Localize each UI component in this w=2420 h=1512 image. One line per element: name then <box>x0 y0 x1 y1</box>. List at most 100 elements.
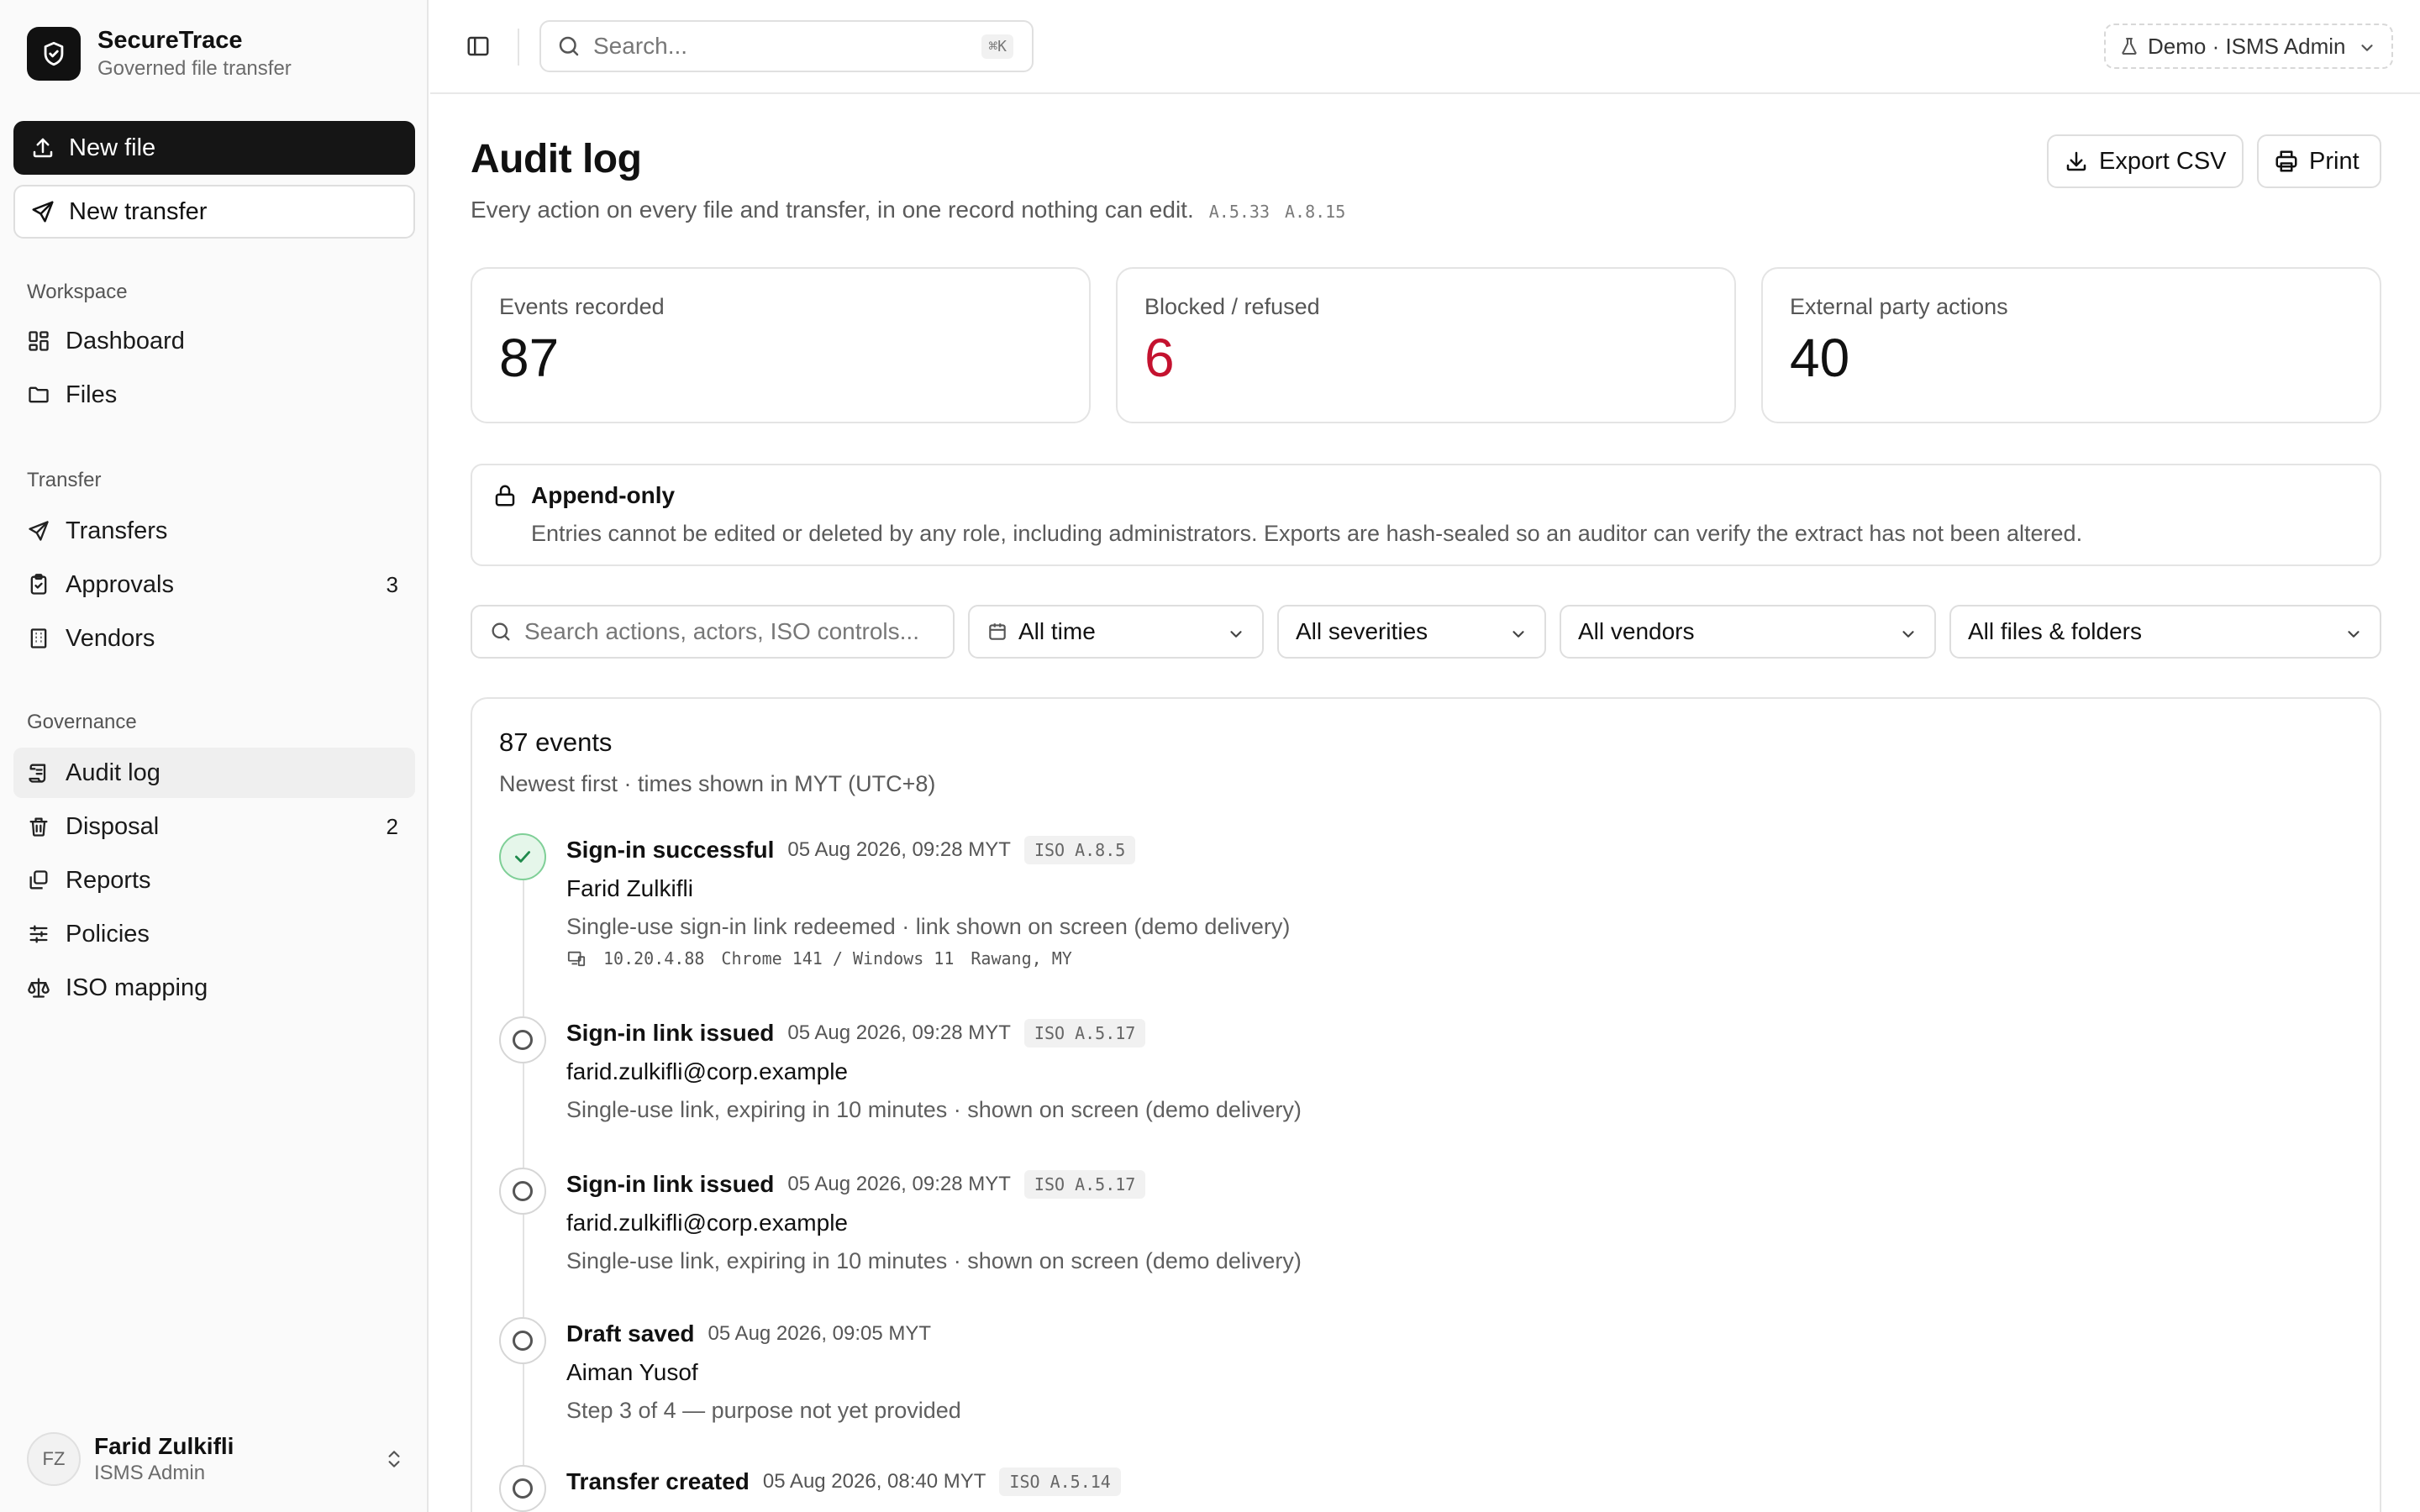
audit-search-input[interactable] <box>524 618 919 645</box>
circle-icon <box>499 1016 546 1063</box>
event-actor: Aiman Yusof <box>566 1359 698 1385</box>
event-title: Transfer created <box>566 1468 750 1494</box>
flask-icon <box>2119 35 2139 57</box>
scope-filter-value: All files & folders <box>1968 618 2142 644</box>
page-title: Audit log <box>471 137 642 181</box>
nav-group-transfer: Transfer Transfers Approvals 3 Vendors <box>0 462 429 664</box>
scope-filter-select[interactable]: All files & folders <box>1949 605 2381 659</box>
nav-heading-workspace: Workspace <box>27 281 128 303</box>
trash-icon <box>27 815 52 838</box>
timeline-event[interactable]: Draft saved 05 Aug 2026, 09:05 MYT Aiman… <box>499 1317 2348 1465</box>
sidebar-item-vendors[interactable]: Vendors <box>13 613 415 664</box>
circle-icon <box>499 1465 546 1512</box>
sidebar-item-audit-log[interactable]: Audit log <box>13 748 415 798</box>
vendor-filter-select[interactable]: All vendors <box>1560 605 1936 659</box>
severity-filter-value: All severities <box>1296 618 1428 644</box>
event-description: Single-use sign-in link redeemed · link … <box>566 914 1291 939</box>
calendar-icon <box>986 621 1008 643</box>
time-filter-select[interactable]: All time <box>968 605 1264 659</box>
devices-icon <box>566 949 587 968</box>
events-count-title: 87 events <box>499 727 613 757</box>
brand-name: SecureTrace <box>97 27 243 54</box>
global-search-input[interactable] <box>593 33 946 60</box>
download-icon <box>2064 149 2089 174</box>
upload-icon <box>30 135 55 160</box>
export-csv-button[interactable]: Export CSV <box>2047 134 2244 188</box>
event-title: Sign-in link issued <box>566 1171 775 1197</box>
sidebar-item-reports[interactable]: Reports <box>13 855 415 906</box>
event-title: Sign-in link issued <box>566 1020 775 1046</box>
sidebar: SecureTrace Governed file transfer New f… <box>0 0 429 1512</box>
timeline-event[interactable]: Sign-in successful 05 Aug 2026, 09:28 MY… <box>499 833 2348 1016</box>
events-panel: 87 events Newest first · times shown in … <box>471 697 2381 1512</box>
stat-card-external: External party actions 40 <box>1761 267 2381 423</box>
sidebar-item-iso-mapping[interactable]: ISO mapping <box>13 963 415 1013</box>
role-switcher[interactable]: Demo · ISMS Admin <box>2104 24 2393 69</box>
scale-icon <box>27 976 52 1000</box>
audit-search[interactable] <box>471 605 955 659</box>
iso-ref: A.8.15 <box>1284 202 1346 222</box>
stat-value: 40 <box>1790 328 1850 388</box>
new-file-button[interactable]: New file <box>13 121 415 175</box>
sidebar-toggle-icon[interactable] <box>466 34 491 59</box>
nav-group-governance: Governance Audit log Disposal 2 Reports … <box>0 704 429 1013</box>
timeline-event[interactable]: Sign-in link issued 05 Aug 2026, 09:28 M… <box>499 1168 2348 1317</box>
iso-control-badge: ISO A.5.14 <box>999 1467 1121 1496</box>
sidebar-item-label: Dashboard <box>66 327 185 354</box>
iso-control-badge: ISO A.8.5 <box>1023 836 1136 864</box>
top-bar: ⌘K Demo · ISMS Admin <box>430 0 2420 94</box>
sidebar-item-label: Vendors <box>66 624 155 652</box>
scroll-icon <box>27 761 52 785</box>
event-description: Single-use link, expiring in 10 minutes … <box>566 1248 1302 1273</box>
print-button[interactable]: Print <box>2257 134 2381 188</box>
iso-ref: A.5.33 <box>1208 202 1270 222</box>
event-location: Rawang, MY <box>971 948 1072 969</box>
notice-title: Append-only <box>531 482 676 508</box>
shield-logo-icon <box>27 27 81 81</box>
chevron-down-icon <box>1227 625 1245 643</box>
timeline-connector <box>523 880 524 1016</box>
send-icon <box>30 199 55 224</box>
events-subtitle: Newest first · times shown in MYT (UTC+8… <box>499 771 936 796</box>
sidebar-item-dashboard[interactable]: Dashboard <box>13 316 415 366</box>
sidebar-item-transfers[interactable]: Transfers <box>13 506 415 556</box>
event-description: Single-use link, expiring in 10 minutes … <box>566 1097 1302 1122</box>
event-time: 05 Aug 2026, 09:05 MYT <box>708 1322 932 1345</box>
lock-icon <box>492 483 518 508</box>
vendor-filter-value: All vendors <box>1578 618 1695 644</box>
timeline-event[interactable]: Sign-in link issued 05 Aug 2026, 09:28 M… <box>499 1016 2348 1168</box>
new-transfer-button[interactable]: New transfer <box>13 185 415 239</box>
topbar-divider <box>518 29 519 66</box>
clipboard-check-icon <box>27 573 52 596</box>
stat-value: 87 <box>499 328 560 388</box>
print-label: Print <box>2309 147 2360 175</box>
event-title: Draft saved <box>566 1320 695 1347</box>
new-transfer-label: New transfer <box>69 197 208 225</box>
event-title: Sign-in successful <box>566 837 775 863</box>
severity-filter-select[interactable]: All severities <box>1277 605 1546 659</box>
brand-tagline: Governed file transfer <box>97 57 292 80</box>
event-time: 05 Aug 2026, 09:28 MYT <box>787 838 1011 861</box>
sidebar-item-files[interactable]: Files <box>13 370 415 420</box>
brand[interactable]: SecureTrace Governed file transfer <box>27 25 292 82</box>
sidebar-item-disposal[interactable]: Disposal 2 <box>13 801 415 852</box>
user-role: ISMS Admin <box>94 1462 206 1484</box>
timeline-event[interactable]: Transfer created 05 Aug 2026, 08:40 MYT … <box>499 1465 2348 1512</box>
notice-body: Entries cannot be edited or deleted by a… <box>531 521 2083 546</box>
chevron-down-icon <box>2344 625 2363 643</box>
chevrons-up-down-icon <box>383 1446 405 1472</box>
user-name: Farid Zulkifli <box>94 1433 234 1459</box>
event-actor: farid.zulkifli@corp.example <box>566 1058 848 1084</box>
sidebar-item-approvals[interactable]: Approvals 3 <box>13 559 415 610</box>
reports-icon <box>27 869 52 892</box>
timeline-connector <box>523 1364 524 1465</box>
nav-heading-transfer: Transfer <box>27 469 102 491</box>
global-search[interactable]: ⌘K <box>539 20 1034 72</box>
export-csv-label: Export CSV <box>2099 147 2227 175</box>
timeline-connector <box>523 1215 524 1317</box>
stat-value: 6 <box>1144 328 1175 388</box>
event-meta: 10.20.4.88 Chrome 141 / Windows 11 Rawan… <box>566 948 2331 969</box>
user-menu[interactable]: FZ Farid Zulkifli ISMS Admin <box>27 1430 405 1488</box>
sidebar-item-policies[interactable]: Policies <box>13 909 415 959</box>
disposal-count-badge: 2 <box>386 813 398 839</box>
